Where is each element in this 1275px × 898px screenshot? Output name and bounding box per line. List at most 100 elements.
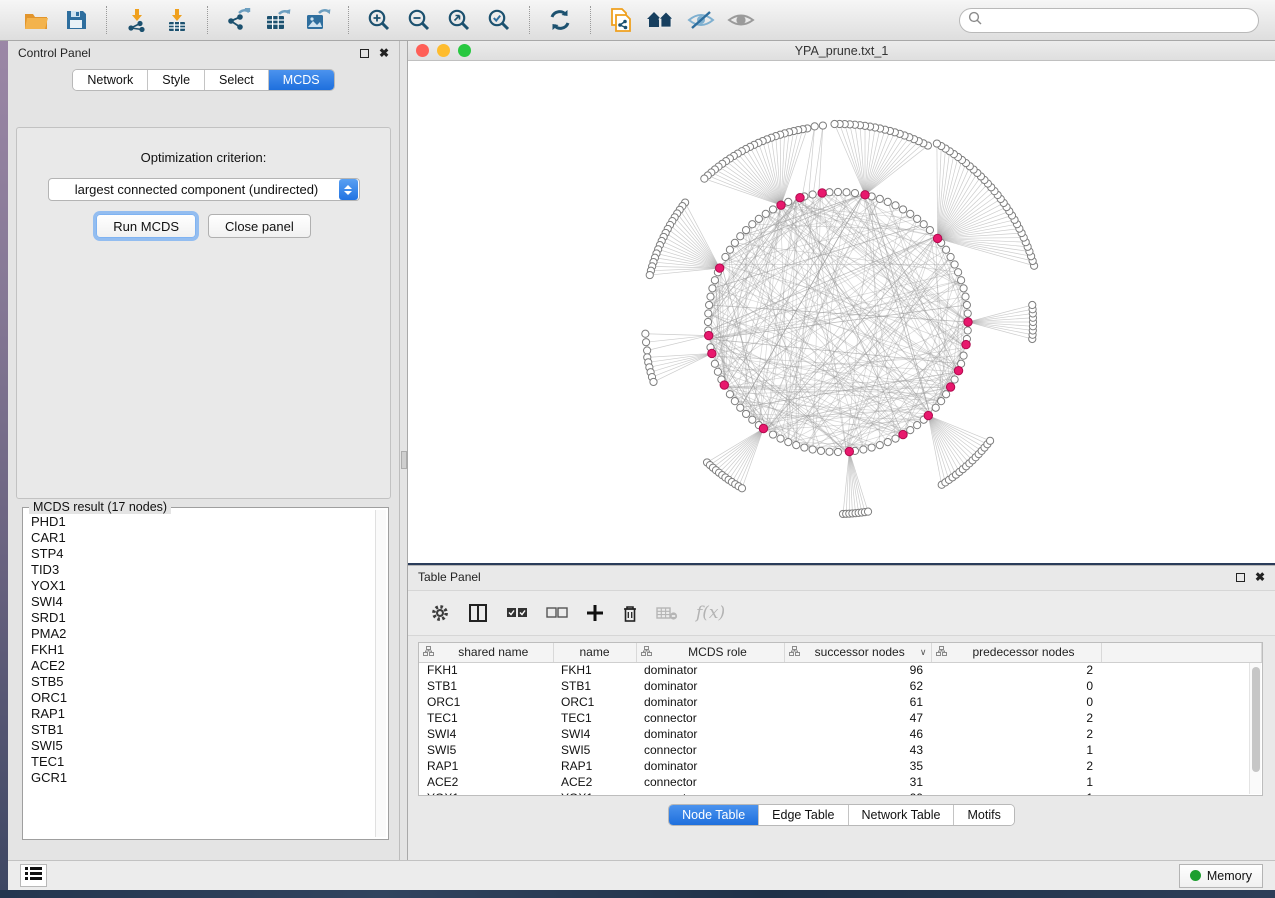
graph-leaf-node[interactable] — [642, 330, 649, 337]
mcds-result-item[interactable]: RAP1 — [31, 706, 374, 722]
graph-dominator-node[interactable] — [964, 318, 972, 326]
table-tab-motifs[interactable]: Motifs — [954, 805, 1013, 825]
tab-network[interactable]: Network — [73, 70, 148, 90]
graph-node[interactable] — [951, 376, 958, 383]
graph-dominator-node[interactable] — [708, 349, 716, 357]
graph-node[interactable] — [868, 444, 875, 451]
graph-node[interactable] — [711, 360, 718, 367]
graph-node[interactable] — [843, 189, 850, 196]
table-cell[interactable]: connector — [636, 774, 784, 790]
table-cell[interactable]: SWI5 — [419, 742, 553, 758]
search-box[interactable] — [959, 8, 1259, 33]
table-row[interactable]: SWI5SWI5connector431 — [419, 742, 1262, 758]
task-history-button[interactable] — [20, 864, 47, 887]
graph-leaf-node[interactable] — [831, 120, 838, 127]
table-cell[interactable]: 0 — [931, 694, 1101, 710]
graph-node[interactable] — [876, 442, 883, 449]
graph-node[interactable] — [726, 391, 733, 398]
close-panel-icon[interactable]: ✖ — [379, 49, 389, 58]
mcds-result-item[interactable]: TID3 — [31, 562, 374, 578]
graph-node[interactable] — [801, 444, 808, 451]
table-row[interactable]: STB1STB1dominator620 — [419, 678, 1262, 694]
graph-node[interactable] — [899, 206, 906, 213]
mcds-result-item[interactable]: ACE2 — [31, 658, 374, 674]
table-cell[interactable]: ACE2 — [419, 774, 553, 790]
graph-node[interactable] — [793, 442, 800, 449]
table-row[interactable]: SWI4SWI4dominator462 — [419, 726, 1262, 742]
mcds-result-item[interactable]: STB5 — [31, 674, 374, 690]
graph-node[interactable] — [955, 269, 962, 276]
table-tab-network-table[interactable]: Network Table — [849, 805, 955, 825]
graph-node[interactable] — [907, 426, 914, 433]
table-cell[interactable]: STB1 — [553, 678, 636, 694]
optimization-criterion-select[interactable]: largest connected component (undirected) — [48, 178, 360, 201]
mcds-result-item[interactable]: YOX1 — [31, 578, 374, 594]
graph-node[interactable] — [860, 446, 867, 453]
table-cell[interactable]: 1 — [931, 790, 1101, 796]
graph-node[interactable] — [963, 301, 970, 308]
table-cell[interactable]: connector — [636, 710, 784, 726]
graph-leaf-node[interactable] — [986, 437, 993, 444]
graph-leaf-node[interactable] — [1029, 301, 1036, 308]
graph-node[interactable] — [709, 285, 716, 292]
table-row[interactable]: FKH1FKH1dominator962 — [419, 662, 1262, 678]
close-panel-button[interactable]: Close panel — [208, 214, 311, 238]
table-cell[interactable]: 2 — [931, 662, 1101, 678]
mcds-result-item[interactable]: ORC1 — [31, 690, 374, 706]
table-cell[interactable]: 29 — [784, 790, 931, 796]
network-graph[interactable] — [408, 61, 1275, 562]
graph-node[interactable] — [942, 246, 949, 253]
graph-node[interactable] — [749, 416, 756, 423]
graph-node[interactable] — [755, 215, 762, 222]
graph-node[interactable] — [722, 253, 729, 260]
zoom-in-button[interactable] — [363, 5, 395, 35]
tab-style[interactable]: Style — [148, 70, 205, 90]
graph-node[interactable] — [914, 215, 921, 222]
graph-leaf-node[interactable] — [701, 175, 708, 182]
graph-node[interactable] — [962, 293, 969, 300]
column-header-predecessor-nodes[interactable]: predecessor nodes — [931, 643, 1101, 662]
graph-leaf-node[interactable] — [811, 123, 818, 130]
graph-dominator-node[interactable] — [796, 193, 804, 201]
graph-node[interactable] — [958, 277, 965, 284]
table-cell[interactable]: connector — [636, 790, 784, 796]
duplicate-network-button[interactable] — [605, 5, 637, 35]
column-header-shared-name[interactable]: shared name — [419, 643, 553, 662]
table-cell[interactable]: TEC1 — [553, 710, 636, 726]
mcds-result-item[interactable]: SWI5 — [31, 738, 374, 754]
mcds-result-item[interactable]: FKH1 — [31, 642, 374, 658]
graph-node[interactable] — [704, 318, 711, 325]
graph-node[interactable] — [932, 404, 939, 411]
mcds-result-item[interactable]: GCR1 — [31, 770, 374, 786]
table-cell[interactable]: SWI4 — [553, 726, 636, 742]
graph-node[interactable] — [705, 310, 712, 317]
table-row[interactable]: ACE2ACE2connector311 — [419, 774, 1262, 790]
refresh-view-button[interactable] — [544, 5, 576, 35]
table-cell[interactable]: dominator — [636, 694, 784, 710]
network-canvas[interactable] — [408, 61, 1275, 562]
mcds-result-item[interactable]: TEC1 — [31, 754, 374, 770]
graph-dominator-node[interactable] — [777, 201, 785, 209]
graph-dominator-node[interactable] — [861, 191, 869, 199]
table-cell[interactable]: ORC1 — [419, 694, 553, 710]
hide-selected-button[interactable] — [685, 5, 717, 35]
table-cell[interactable]: ACE2 — [553, 774, 636, 790]
graph-node[interactable] — [964, 327, 971, 334]
graph-leaf-node[interactable] — [642, 339, 649, 346]
graph-node[interactable] — [762, 210, 769, 217]
table-cell[interactable]: FKH1 — [419, 662, 553, 678]
graph-node[interactable] — [851, 190, 858, 197]
table-cell[interactable]: 1 — [931, 742, 1101, 758]
column-header-name[interactable]: name — [553, 643, 636, 662]
export-network-button[interactable] — [222, 5, 254, 35]
table-row[interactable]: ORC1ORC1dominator610 — [419, 694, 1262, 710]
table-cell[interactable]: RAP1 — [419, 758, 553, 774]
graph-node[interactable] — [826, 448, 833, 455]
table-cell[interactable]: 61 — [784, 694, 931, 710]
mcds-result-item[interactable]: PMA2 — [31, 626, 374, 642]
mcds-result-item[interactable]: SRD1 — [31, 610, 374, 626]
table-cell[interactable]: 43 — [784, 742, 931, 758]
graph-leaf-node[interactable] — [644, 347, 651, 354]
graph-node[interactable] — [926, 226, 933, 233]
table-cell[interactable]: RAP1 — [553, 758, 636, 774]
